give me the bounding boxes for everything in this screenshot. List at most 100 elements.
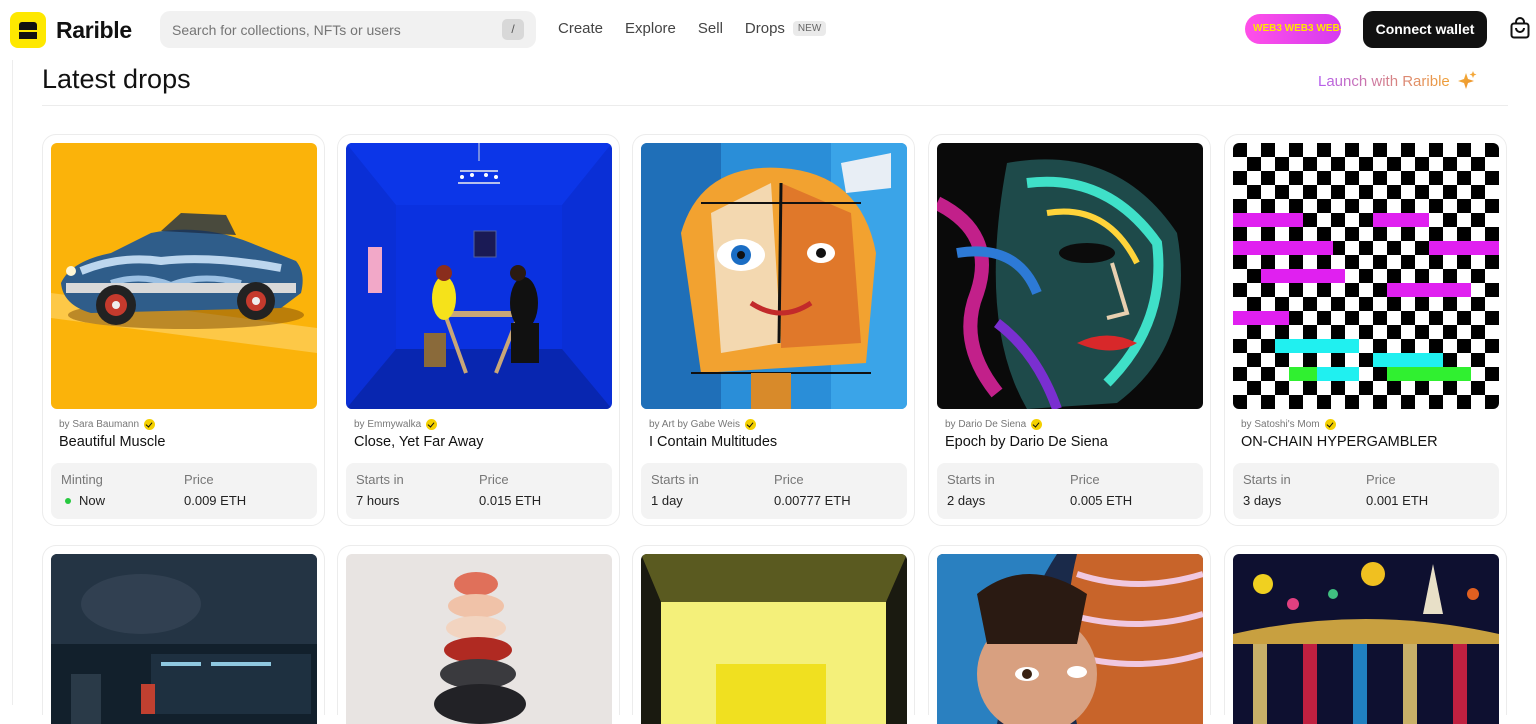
drop-price: Price 0.009 ETH (184, 472, 246, 508)
left-divider (12, 60, 13, 705)
psychedelic-portrait-artwork-image (937, 554, 1203, 724)
drop-card[interactable] (42, 545, 325, 724)
drop-creator-name: by Dario De Siena (945, 419, 1027, 430)
section-divider (42, 105, 1508, 106)
drop-image-car[interactable] (51, 143, 317, 409)
drop-info-panel: Starts in 3 days Price 0.001 ETH (1233, 463, 1499, 519)
drop-image-pixel[interactable] (1233, 143, 1499, 409)
drop-info-panel: Minting Now Price 0.009 ETH (51, 463, 317, 519)
stacked-stones-artwork-image (346, 554, 612, 724)
neon-face-artwork-image (937, 143, 1203, 409)
main-nav: Create Explore Sell Drops NEW (558, 20, 848, 37)
drop-creator[interactable]: by Art by Gabe Weis (649, 419, 756, 430)
drop-card[interactable] (632, 545, 915, 724)
search-bar[interactable]: / (160, 11, 536, 48)
drop-image-night-street[interactable] (51, 554, 317, 724)
drop-status: Minting Now (61, 472, 105, 508)
drop-creator[interactable]: by Dario De Siena (945, 419, 1043, 430)
drop-price-label: Price (1366, 472, 1396, 487)
new-badge: NEW (792, 21, 827, 36)
section-title: Latest drops (42, 64, 191, 94)
drop-price: Price 0.00777 ETH (774, 472, 851, 508)
drop-status-label: Minting (61, 472, 103, 487)
drop-card[interactable] (928, 545, 1211, 724)
drop-title: Beautiful Muscle (59, 434, 166, 450)
drop-info-panel: Starts in 2 days Price 0.005 ETH (937, 463, 1203, 519)
rarible-logo[interactable]: Rarible (10, 12, 132, 48)
drop-status-label: Starts in (947, 472, 995, 487)
drop-card[interactable] (1224, 545, 1507, 724)
drop-card[interactable]: by Satoshi's Mom ON-CHAIN HYPERGAMBLER S… (1224, 134, 1507, 526)
drop-creator[interactable]: by Satoshi's Mom (1241, 419, 1336, 430)
drop-image-face[interactable] (937, 143, 1203, 409)
carnival-illustration-artwork-image (1233, 554, 1499, 724)
web3-promo-button[interactable]: WEB3 WEB3 WEB3 (1245, 14, 1341, 44)
drop-image-psychedelic-face[interactable] (937, 554, 1203, 724)
drop-card[interactable]: by Sara Baumann Beautiful Muscle Minting… (42, 134, 325, 526)
drop-price-label: Price (184, 472, 214, 487)
drop-image-cubist[interactable] (641, 143, 907, 409)
blue-room-artwork-image (346, 143, 612, 409)
drop-status: Starts in 3 days (1243, 472, 1291, 508)
drop-card[interactable] (337, 545, 620, 724)
drop-price-label: Price (1070, 472, 1100, 487)
drop-status-label: Starts in (651, 472, 699, 487)
drop-creator-name: by Emmywalka (354, 419, 422, 430)
launch-with-rarible-link[interactable]: Launch with Rarible (1318, 70, 1478, 92)
drop-price-value: 0.001 ETH (1366, 493, 1429, 508)
drop-status: Starts in 2 days (947, 472, 995, 508)
drop-price: Price 0.005 ETH (1070, 472, 1132, 508)
drop-status-value: 2 days (947, 493, 986, 508)
search-input[interactable] (172, 21, 492, 38)
drop-creator-name: by Sara Baumann (59, 419, 140, 430)
drop-card[interactable]: by Emmywalka Close, Yet Far Away Starts … (337, 134, 620, 526)
launch-label: Launch with Rarible (1318, 72, 1450, 90)
verified-badge-icon (744, 419, 756, 430)
drop-info-panel: Starts in 1 day Price 0.00777 ETH (641, 463, 907, 519)
drop-info-panel: Starts in 7 hours Price 0.015 ETH (346, 463, 612, 519)
drop-price: Price 0.001 ETH (1366, 472, 1428, 508)
drop-image-stones[interactable] (346, 554, 612, 724)
drop-price-value: 0.00777 ETH (774, 493, 851, 508)
drop-status: Starts in 1 day (651, 472, 699, 508)
verified-badge-icon (1324, 419, 1336, 430)
drop-creator[interactable]: by Sara Baumann (59, 419, 156, 430)
drop-price-value: 0.009 ETH (184, 493, 247, 508)
rarible-logo-icon (10, 12, 46, 48)
verified-badge-icon (1031, 419, 1043, 430)
drop-card[interactable]: by Dario De Siena Epoch by Dario De Sien… (928, 134, 1211, 526)
drop-status-value: 7 hours (356, 493, 400, 508)
night-street-artwork-image (51, 554, 317, 724)
nav-sell[interactable]: Sell (698, 20, 723, 37)
drop-status-value: 1 day (651, 493, 683, 508)
drop-price-label: Price (774, 472, 804, 487)
drop-status-label: Starts in (1243, 472, 1291, 487)
drop-price: Price 0.015 ETH (479, 472, 541, 508)
drop-status: Starts in 7 hours (356, 472, 404, 508)
nav-explore[interactable]: Explore (625, 20, 676, 37)
drop-card[interactable]: by Art by Gabe Weis I Contain Multitudes… (632, 134, 915, 526)
search-shortcut-key: / (502, 19, 524, 40)
drop-status-label: Starts in (356, 472, 404, 487)
drop-title: Epoch by Dario De Siena (945, 434, 1108, 450)
nav-drops[interactable]: Drops NEW (745, 20, 827, 37)
drop-image-room[interactable] (346, 143, 612, 409)
car-artwork-image (51, 143, 317, 409)
drop-status-text: Now (79, 493, 106, 508)
cubist-face-artwork-image (641, 143, 907, 409)
shopping-bag-icon[interactable] (1509, 17, 1531, 39)
drop-price-value: 0.005 ETH (1070, 493, 1133, 508)
brand-name: Rarible (56, 16, 132, 43)
drop-creator-name: by Satoshi's Mom (1241, 419, 1320, 430)
drop-title: Close, Yet Far Away (354, 434, 484, 450)
drop-image-light-box[interactable] (641, 554, 907, 724)
pixel-checker-artwork-image (1233, 143, 1499, 409)
drop-title: I Contain Multitudes (649, 434, 778, 450)
drop-creator[interactable]: by Emmywalka (354, 419, 438, 430)
top-header: Rarible / Create Explore Sell Drops NEW … (0, 0, 1536, 60)
drop-creator-name: by Art by Gabe Weis (649, 419, 740, 430)
connect-wallet-button[interactable]: Connect wallet (1363, 11, 1487, 48)
verified-badge-icon (426, 419, 438, 430)
nav-create[interactable]: Create (558, 20, 603, 37)
drop-image-carnival[interactable] (1233, 554, 1499, 724)
